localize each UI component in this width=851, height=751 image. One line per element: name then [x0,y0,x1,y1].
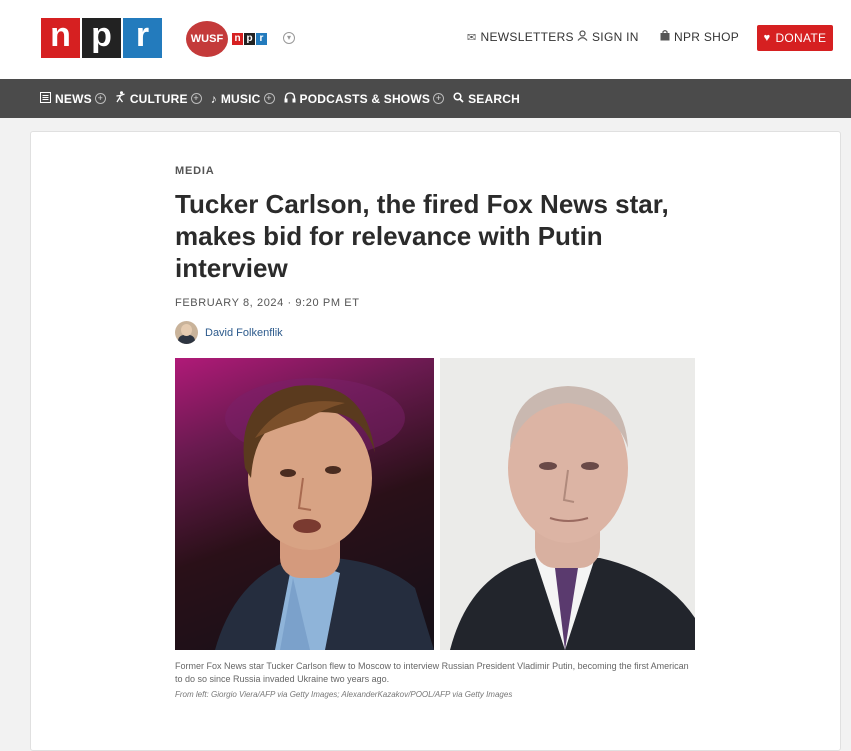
heart-icon: ♥ [763,32,771,44]
author-link[interactable]: David Folkenflik [205,327,283,339]
logo-letter-p: p [82,18,121,58]
user-icon [577,30,588,44]
photo-left [175,358,434,650]
culture-icon [115,91,126,106]
music-note-icon: ♪ [210,91,217,106]
article-dateline: FEBRUARY 8, 2024 · 9:20 PM ET [175,297,360,309]
nav-item-news[interactable]: NEWS + [40,91,106,106]
expand-icon[interactable]: + [190,93,202,104]
logo-letter-r: r [123,18,162,58]
top-header: n p r WUSF n p r ▾ ✉ NEWSLETTERS SIGN IN… [0,0,851,79]
logo-letter-n: n [41,18,80,58]
nav-item-podcasts-shows[interactable]: PODCASTS & SHOWS + [284,92,445,106]
sign-in-link[interactable]: SIGN IN [577,30,639,44]
station-npr-mini-logo: n p r [232,33,268,45]
donate-button[interactable]: ♥ DONATE [757,25,833,51]
npr-logo[interactable]: n p r [41,18,164,58]
envelope-icon: ✉ [467,31,477,44]
expand-icon[interactable]: + [433,93,445,104]
photo-caption: Former Fox News star Tucker Carlson flew… [175,661,689,684]
article-slug[interactable]: MEDIA [175,165,214,177]
expand-icon[interactable]: + [263,93,275,104]
author-avatar[interactable] [175,321,198,344]
news-icon [40,91,51,106]
article-headline: Tucker Carlson, the fired Fox News star,… [175,189,669,283]
station-chevron-icon[interactable]: ▾ [283,32,295,44]
photo-right [440,358,695,650]
newsletters-link[interactable]: ✉ NEWSLETTERS [467,30,574,44]
station-logo[interactable]: WUSF n p r [186,21,270,57]
nav-item-culture[interactable]: CULTURE + [115,91,202,106]
station-name: WUSF [186,21,228,57]
main-nav: NEWS + CULTURE + ♪ MUSIC + PODCASTS & SH… [0,79,851,118]
photo-credit: From left: Giorgio Viera/AFP via Getty I… [175,690,513,699]
search-icon [453,91,464,106]
byline: David Folkenflik [175,321,283,344]
nav-item-search[interactable]: SEARCH [453,92,520,106]
headphones-icon [284,91,296,106]
expand-icon[interactable]: + [94,93,106,104]
shopping-bag-icon [660,30,670,44]
npr-shop-link[interactable]: NPR SHOP [660,30,739,44]
nav-item-music[interactable]: ♪ MUSIC + [211,92,275,106]
